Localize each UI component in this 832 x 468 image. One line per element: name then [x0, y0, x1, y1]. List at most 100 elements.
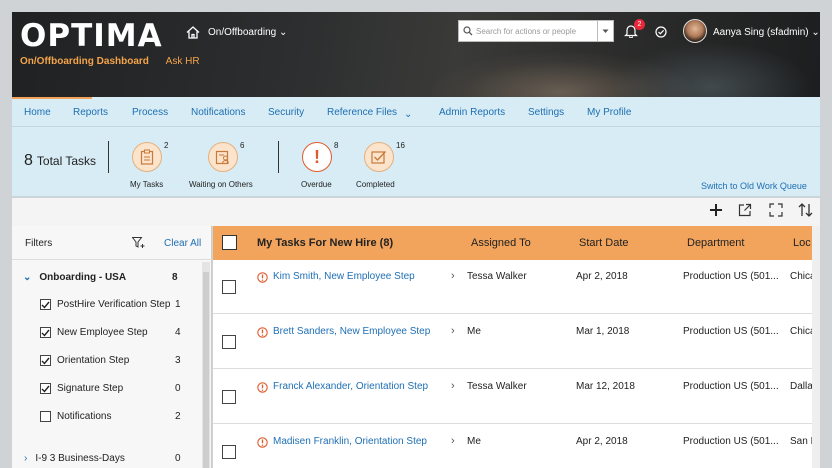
filter-label: Notifications [57, 411, 112, 422]
filters-header: Filters Clear All [12, 226, 212, 260]
clipboard-icon [140, 149, 154, 165]
expand-icon[interactable] [769, 203, 783, 222]
checkbox-checked[interactable] [40, 327, 51, 338]
menu-security[interactable]: Security [268, 107, 304, 118]
search-input[interactable]: Search for actions or people [458, 20, 598, 42]
row-checkbox[interactable] [222, 390, 236, 404]
menu-reports[interactable]: Reports [73, 107, 108, 118]
filters-title: Filters [25, 238, 53, 249]
overdue-label: Overdue [301, 180, 332, 189]
column-assigned-to[interactable]: Assigned To [471, 237, 531, 249]
logo: OPTIMA [20, 18, 163, 54]
avatar[interactable] [683, 19, 707, 43]
clear-all-link[interactable]: Clear All [164, 238, 201, 249]
search-scope-dropdown[interactable] [598, 20, 614, 42]
row-checkbox[interactable] [222, 445, 236, 459]
checkbox-checked[interactable] [40, 383, 51, 394]
column-start-date[interactable]: Start Date [579, 237, 629, 249]
home-icon[interactable] [186, 26, 200, 44]
waiting-on-others-label: Waiting on Others [189, 180, 253, 189]
table-row[interactable]: Kim Smith, New Employee Step › Tessa Wal… [213, 260, 820, 314]
task-link[interactable]: Kim Smith, New Employee Step [273, 271, 415, 282]
filter-signature-step[interactable]: Signature Step [40, 383, 123, 394]
table-row[interactable]: Franck Alexander, Orientation Step › Tes… [213, 370, 820, 424]
user-menu[interactable]: Aanya Sing (sfadmin) ⌄ [713, 27, 820, 38]
filter-count: 0 [175, 383, 181, 394]
column-department[interactable]: Department [687, 237, 744, 249]
start-date: Apr 2, 2018 [576, 436, 628, 447]
chevron-right-icon[interactable]: › [451, 325, 455, 337]
task-link[interactable]: Brett Sanders, New Employee Step [273, 326, 430, 337]
completed-tile[interactable] [364, 142, 394, 172]
filter-label: PostHire Verification Step [57, 299, 171, 310]
menu-admin-reports[interactable]: Admin Reports [439, 107, 505, 118]
filter-label: Signature Step [57, 383, 124, 394]
table-scrollbar[interactable] [812, 226, 820, 468]
department: Production US (501... [683, 326, 779, 337]
chevron-down-icon: ⌄ [811, 27, 820, 38]
checkbox-checked[interactable] [40, 299, 51, 310]
search-icon [463, 26, 473, 36]
chevron-right-icon[interactable]: › [451, 380, 455, 392]
table-toolbar [12, 198, 820, 226]
waiting-on-others-tile[interactable] [208, 142, 238, 172]
department: Production US (501... [683, 271, 779, 282]
filters-scrollbar[interactable] [202, 262, 210, 468]
department: Production US (501... [683, 381, 779, 392]
chevron-down-icon [602, 29, 609, 33]
subnav-dashboard[interactable]: On/Offboarding Dashboard [20, 56, 149, 67]
completed-count: 16 [396, 141, 405, 150]
menu-notifications[interactable]: Notifications [191, 107, 245, 118]
exclamation-icon: ! [314, 147, 320, 167]
export-icon[interactable] [738, 203, 752, 222]
my-tasks-tile[interactable] [132, 142, 162, 172]
chevron-down-icon[interactable]: ⌄ [404, 109, 412, 120]
app-header: OPTIMA On/Offboarding Dashboard Ask HR O… [12, 12, 820, 97]
row-checkbox[interactable] [222, 280, 236, 294]
filter-orientation-step[interactable]: Orientation Step [40, 355, 129, 366]
row-checkbox[interactable] [222, 335, 236, 349]
search-placeholder: Search for actions or people [476, 26, 577, 36]
module-switcher[interactable]: On/Offboarding ⌄ [208, 27, 287, 38]
add-icon[interactable] [709, 203, 723, 222]
overdue-tile[interactable]: ! [302, 142, 332, 172]
chevron-right-icon[interactable]: › [451, 270, 455, 282]
sort-icon[interactable] [798, 203, 814, 222]
task-link[interactable]: Madisen Franklin, Orientation Step [273, 436, 427, 447]
filter-count: 3 [175, 355, 181, 366]
divider [278, 141, 279, 173]
total-tasks[interactable]: 8 Total Tasks [24, 152, 96, 170]
subnav-ask-hr[interactable]: Ask HR [166, 56, 200, 67]
menu-reference-files[interactable]: Reference Files [327, 107, 397, 118]
top-navigation: Home Reports Process Notifications Secur… [12, 97, 820, 197]
select-all-checkbox[interactable] [222, 235, 237, 250]
switch-old-work-queue-link[interactable]: Switch to Old Work Queue [701, 181, 807, 191]
location: Dalla [790, 381, 813, 392]
table-row[interactable]: Madisen Franklin, Orientation Step › Me … [213, 425, 820, 468]
filter-notifications[interactable]: Notifications [40, 411, 111, 422]
assigned-to: Tessa Walker [467, 381, 527, 392]
menu-my-profile[interactable]: My Profile [587, 107, 631, 118]
filter-posthire-verification[interactable]: PostHire Verification Step [40, 299, 170, 310]
task-link[interactable]: Franck Alexander, Orientation Step [273, 381, 428, 392]
my-tasks-count: 2 [164, 141, 169, 150]
tasks-table: My Tasks For New Hire (8) Assigned To St… [213, 226, 820, 468]
overdue-count: 8 [334, 141, 339, 150]
column-location[interactable]: Loc [793, 237, 811, 249]
main-menu: Home Reports Process Notifications Secur… [12, 97, 820, 127]
user-name: Aanya Sing (sfadmin) [713, 27, 809, 38]
table-row[interactable]: Brett Sanders, New Employee Step › Me Ma… [213, 315, 820, 369]
notification-badge: 2 [634, 19, 645, 30]
menu-home[interactable]: Home [24, 107, 51, 118]
filter-add-icon[interactable] [131, 236, 145, 254]
checkbox-checked[interactable] [40, 355, 51, 366]
menu-process[interactable]: Process [132, 107, 168, 118]
filter-group-onboarding-usa[interactable]: ⌄ Onboarding - USA [23, 272, 126, 283]
chevron-down-icon: ⌄ [23, 272, 32, 283]
approvals-check-icon[interactable] [655, 25, 667, 43]
chevron-right-icon[interactable]: › [451, 435, 455, 447]
checkbox-unchecked[interactable] [40, 411, 51, 422]
menu-settings[interactable]: Settings [528, 107, 564, 118]
filter-new-employee-step[interactable]: New Employee Step [40, 327, 148, 338]
filter-group-i9[interactable]: › I-9 3 Business-Days [24, 453, 125, 464]
